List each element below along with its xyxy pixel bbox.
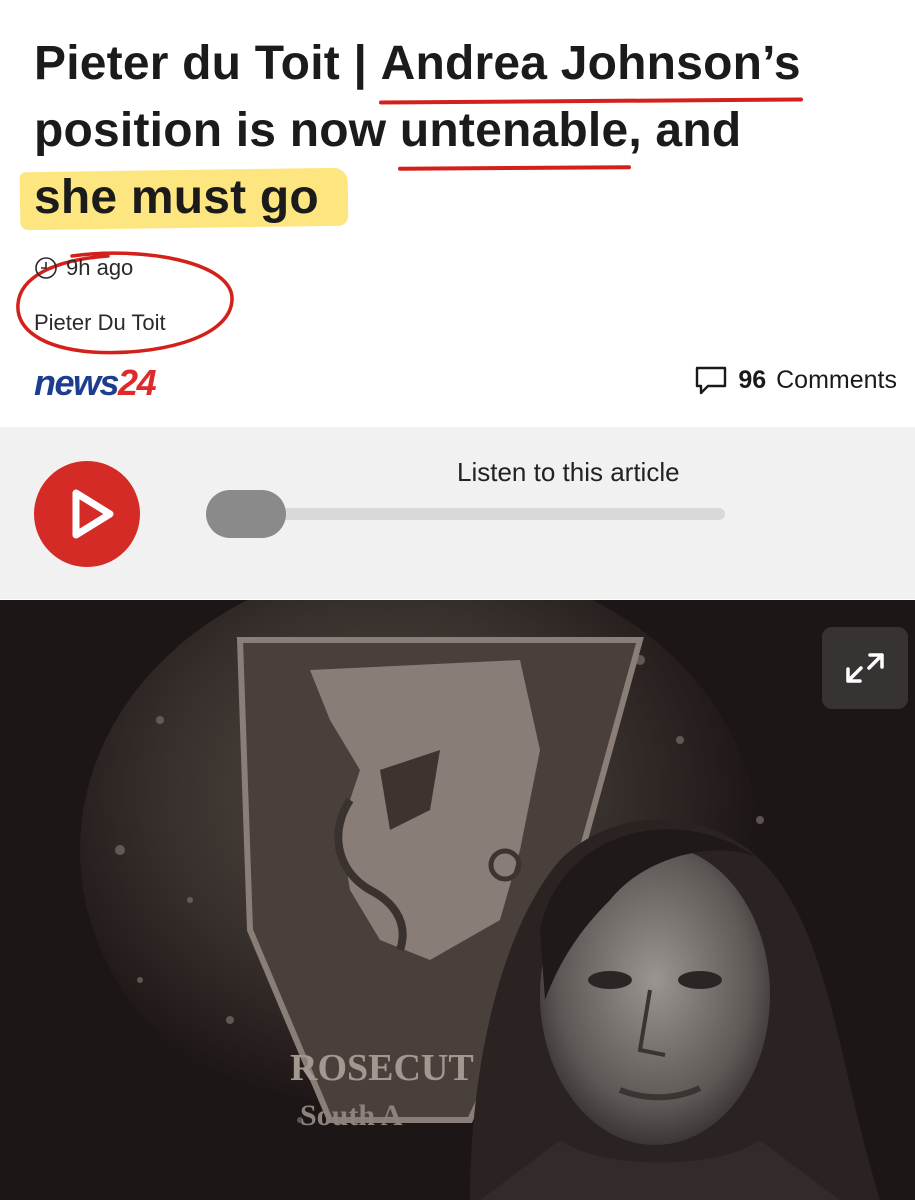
play-button[interactable]	[34, 461, 140, 567]
audio-progress-thumb[interactable]	[206, 490, 286, 538]
time-ago: 9h ago	[66, 255, 134, 280]
comments-count: 96	[738, 365, 767, 394]
badge-text-line-1: ROSECUT	[290, 1047, 474, 1089]
play-icon	[72, 489, 114, 539]
article-headline: Pieter du Toit | Andrea Johnson’s positi…	[19, 30, 894, 231]
headline-line-2: position is now untenable, and	[34, 97, 894, 164]
expand-image-button[interactable]	[822, 627, 908, 709]
comments-link[interactable]: 96 Comments	[694, 364, 897, 396]
headline-line-3: she must go	[19, 164, 894, 231]
hero-illustration: ROSECUT South A	[0, 600, 915, 1200]
comment-bubble-icon	[696, 366, 727, 395]
badge-text-line-2: South A	[300, 1099, 403, 1132]
hero-image: ROSECUT South A	[0, 600, 915, 1200]
comments-label: Comments	[776, 365, 897, 394]
logo-24: 24	[118, 362, 157, 403]
headline-line-1: Pieter du Toit | Andrea Johnson’s	[34, 30, 894, 97]
expand-icon	[846, 653, 884, 683]
timestamp-row: 9h ago	[34, 255, 133, 281]
headline-text: , and	[628, 104, 742, 157]
clock-icon	[35, 257, 57, 279]
author-name[interactable]: Pieter Du Toit	[34, 310, 166, 336]
headline-underlined-name: Andrea Johnson’s	[381, 30, 801, 97]
headline-underlined-word: untenable	[400, 97, 629, 164]
logo-news: news	[34, 362, 120, 403]
news24-logo[interactable]: news24	[34, 362, 157, 404]
article-meta: 9h ago Pieter Du Toit	[34, 255, 166, 335]
headline-text: Pieter du Toit |	[34, 37, 381, 90]
headline-highlighted-text: she must go	[34, 171, 319, 224]
listen-label: Listen to this article	[457, 457, 680, 487]
audio-player: Listen to this article	[0, 427, 915, 599]
headline-text: position is now	[34, 104, 400, 157]
